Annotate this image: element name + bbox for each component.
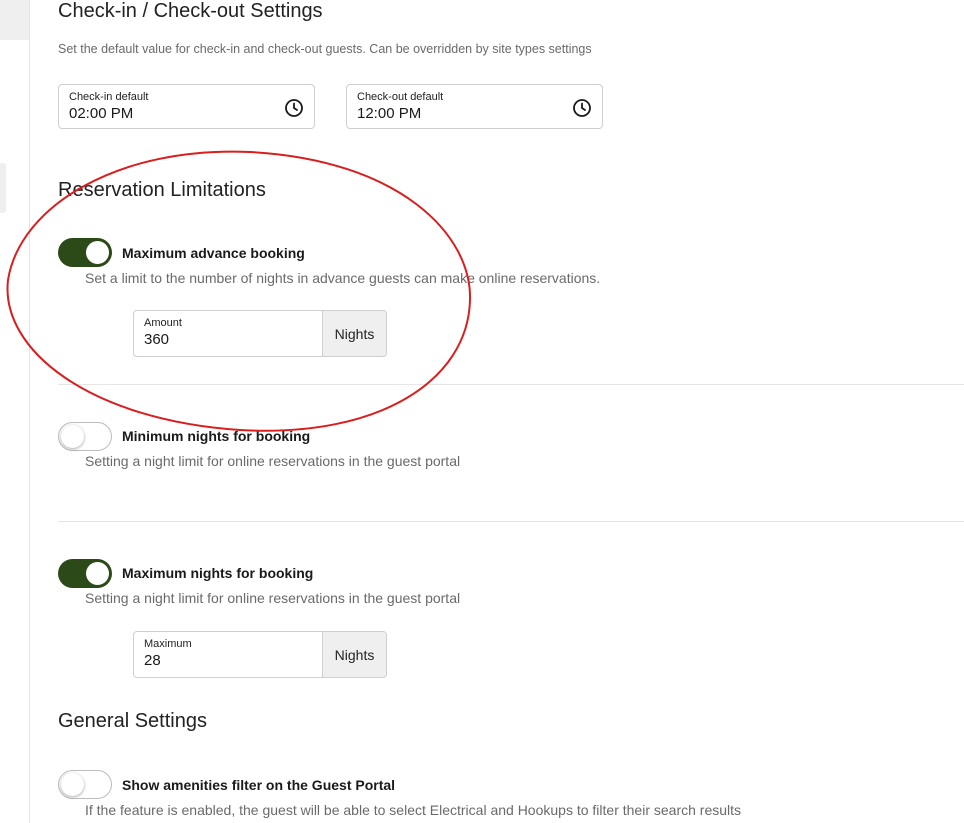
max-nights-description: Setting a night limit for online reserva… — [85, 590, 461, 606]
clock-icon[interactable] — [572, 98, 592, 118]
max-advance-booking-description: Set a limit to the number of nights in a… — [85, 270, 601, 286]
checkin-section-title: Check-in / Check-out Settings — [58, 0, 323, 22]
toggle-knob — [61, 425, 84, 448]
max-nights-unit-suffix: Nights — [322, 632, 386, 677]
max-nights-amount-value[interactable]: 28 — [144, 652, 161, 669]
toggle-knob — [86, 241, 109, 264]
toggle-knob — [61, 773, 84, 796]
amenities-filter-label: Show amenities filter on the Guest Porta… — [122, 777, 396, 793]
max-advance-booking-toggle[interactable] — [58, 238, 112, 267]
max-advance-amount-label: Amount — [144, 317, 182, 329]
divider — [58, 521, 964, 522]
checkin-default-value: 02:00 PM — [69, 105, 134, 122]
min-nights-label: Minimum nights for booking — [122, 428, 311, 444]
checkin-section-description: Set the default value for check-in and c… — [58, 42, 592, 56]
max-advance-unit-suffix: Nights — [322, 311, 386, 356]
max-nights-toggle[interactable] — [58, 559, 112, 588]
reservation-section-title: Reservation Limitations — [58, 179, 266, 201]
min-nights-description: Setting a night limit for online reserva… — [85, 453, 461, 469]
toggle-knob — [86, 562, 109, 585]
sidebar-item-active[interactable] — [0, 163, 6, 213]
settings-page: Check-in / Check-out Settings Set the de… — [0, 0, 964, 823]
checkin-default-label: Check-in default — [69, 91, 149, 103]
min-nights-toggle[interactable] — [58, 422, 112, 451]
sidebar — [0, 0, 30, 823]
amenities-filter-description: If the feature is enabled, the guest wil… — [85, 802, 742, 818]
clock-icon[interactable] — [284, 98, 304, 118]
checkout-default-label: Check-out default — [357, 91, 444, 103]
checkout-default-value: 12:00 PM — [357, 105, 422, 122]
sidebar-item-top[interactable] — [0, 0, 29, 40]
max-nights-label: Maximum nights for booking — [122, 565, 314, 581]
max-advance-amount-value[interactable]: 360 — [144, 331, 169, 348]
max-nights-amount-field[interactable]: Maximum 28 Nights — [133, 631, 387, 678]
max-advance-amount-field[interactable]: Amount 360 Nights — [133, 310, 387, 357]
divider — [58, 384, 964, 385]
max-advance-booking-label: Maximum advance booking — [122, 245, 305, 261]
general-section-title: General Settings — [58, 710, 207, 732]
checkin-default-field[interactable]: Check-in default 02:00 PM — [58, 84, 315, 129]
checkout-default-field[interactable]: Check-out default 12:00 PM — [346, 84, 603, 129]
max-nights-amount-label: Maximum — [144, 638, 192, 650]
amenities-filter-toggle[interactable] — [58, 770, 112, 799]
